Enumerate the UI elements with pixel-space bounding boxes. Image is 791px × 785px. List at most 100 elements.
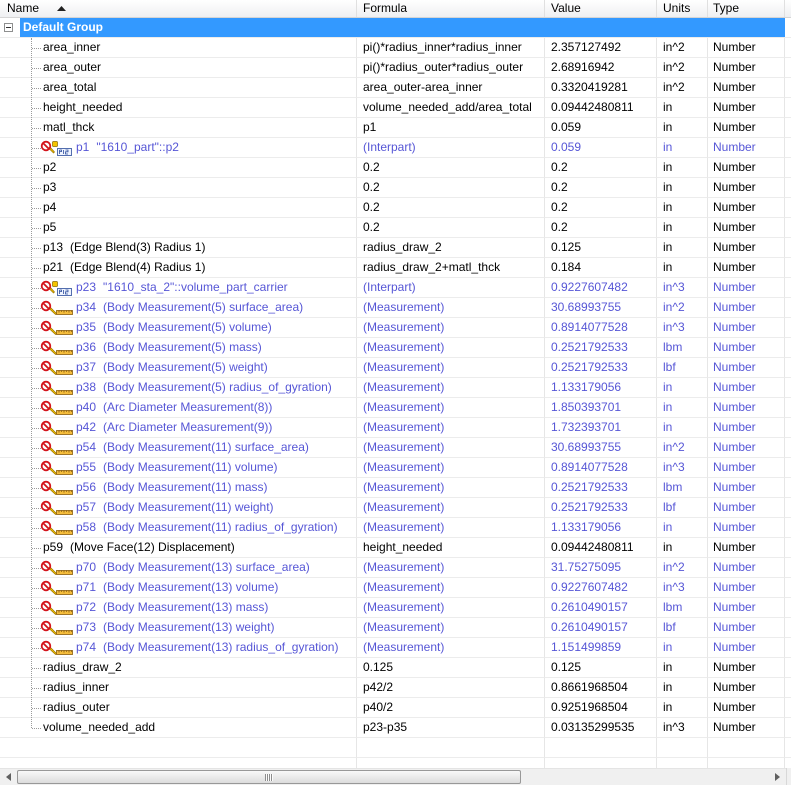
name-cell[interactable]: p58 (Body Measurement(11) radius_of_gyrat… xyxy=(0,518,357,538)
name-cell[interactable]: p38 (Body Measurement(5) radius_of_gyrati… xyxy=(0,378,357,398)
column-header-value[interactable]: Value xyxy=(545,0,657,17)
formula-cell[interactable]: 0.2 xyxy=(357,158,545,178)
formula-cell[interactable]: (Measurement) xyxy=(357,478,545,498)
name-cell[interactable]: p56 (Body Measurement(11) mass) xyxy=(0,478,357,498)
formula-cell[interactable]: (Measurement) xyxy=(357,498,545,518)
name-cell[interactable]: p40 (Arc Diameter Measurement(8)) xyxy=(0,398,357,418)
expression-row[interactable]: p34 (Body Measurement(5) surface_area) (Me… xyxy=(0,298,791,318)
formula-cell[interactable]: (Measurement) xyxy=(357,398,545,418)
name-cell[interactable]: matl_thck xyxy=(0,118,357,138)
name-cell[interactable]: p3 xyxy=(0,178,357,198)
expression-row[interactable]: p37 (Body Measurement(5) weight) (Measurem… xyxy=(0,358,791,378)
expression-row[interactable]: matl_thck p1 0.059 in Number xyxy=(0,118,791,138)
expression-row[interactable]: p73 (Body Measurement(13) weight) (Measure… xyxy=(0,618,791,638)
formula-cell[interactable]: (Measurement) xyxy=(357,558,545,578)
name-cell[interactable]: p54 (Body Measurement(11) surface_area) xyxy=(0,438,357,458)
formula-cell[interactable]: (Measurement) xyxy=(357,418,545,438)
name-cell[interactable]: p2 xyxy=(0,158,357,178)
expression-row[interactable]: p59 (Move Face(12) Displacement) height_ne… xyxy=(0,538,791,558)
formula-cell[interactable]: (Measurement) xyxy=(357,638,545,658)
formula-cell[interactable]: p42/2 xyxy=(357,678,545,698)
name-cell[interactable]: p57 (Body Measurement(11) weight) xyxy=(0,498,357,518)
name-cell[interactable]: p55 (Body Measurement(11) volume) xyxy=(0,458,357,478)
name-cell[interactable]: p71 (Body Measurement(13) volume) xyxy=(0,578,357,598)
expression-row[interactable]: volume_needed_add p23-p35 0.03135299535 in^… xyxy=(0,718,791,738)
expression-row[interactable]: p72 (Body Measurement(13) mass) (Measureme… xyxy=(0,598,791,618)
expression-row[interactable]: radius_outer p40/2 0.9251968504 in Number xyxy=(0,698,791,718)
column-header-formula[interactable]: Formula xyxy=(357,0,545,17)
name-cell[interactable]: height_needed xyxy=(0,98,357,118)
formula-cell[interactable]: (Measurement) xyxy=(357,578,545,598)
name-cell[interactable]: radius_draw_2 xyxy=(0,658,357,678)
formula-cell[interactable]: (Measurement) xyxy=(357,438,545,458)
scroll-track[interactable] xyxy=(17,769,769,785)
expression-row[interactable]: p21 (Edge Blend(4) Radius 1) radius_draw_2… xyxy=(0,258,791,278)
expression-row[interactable]: area_inner pi()*radius_inner*radius_inner… xyxy=(0,38,791,58)
formula-cell[interactable]: pi()*radius_outer*radius_outer xyxy=(357,58,545,78)
expression-row[interactable]: height_needed volume_needed_add/area_tota… xyxy=(0,98,791,118)
column-header-name[interactable]: Name xyxy=(0,0,357,17)
formula-cell[interactable]: (Measurement) xyxy=(357,318,545,338)
expression-row[interactable]: p70 (Body Measurement(13) surface_area) (M… xyxy=(0,558,791,578)
expression-row[interactable]: p2 0.2 0.2 in Number xyxy=(0,158,791,178)
formula-cell[interactable]: volume_needed_add/area_total xyxy=(357,98,545,118)
formula-cell[interactable]: (Interpart) xyxy=(357,278,545,298)
name-cell[interactable]: radius_outer xyxy=(0,698,357,718)
formula-cell[interactable]: (Measurement) xyxy=(357,518,545,538)
expression-row[interactable]: p58 (Body Measurement(11) radius_of_gyrat… xyxy=(0,518,791,538)
column-header-type[interactable]: Type xyxy=(708,0,785,17)
name-cell[interactable]: p73 (Body Measurement(13) weight) xyxy=(0,618,357,638)
expression-row[interactable]: p23 "1610_sta_2"::volume_part_carrier (Int… xyxy=(0,278,791,298)
expression-row[interactable]: p4 0.2 0.2 in Number xyxy=(0,198,791,218)
expression-row[interactable]: p55 (Body Measurement(11) volume) (Measure… xyxy=(0,458,791,478)
formula-cell[interactable]: p40/2 xyxy=(357,698,545,718)
scroll-thumb[interactable] xyxy=(17,770,521,784)
name-cell[interactable]: radius_inner xyxy=(0,678,357,698)
formula-cell[interactable]: p1 xyxy=(357,118,545,138)
formula-cell[interactable]: pi()*radius_inner*radius_inner xyxy=(357,38,545,58)
formula-cell[interactable]: radius_draw_2 xyxy=(357,238,545,258)
expression-row[interactable]: radius_draw_2 0.125 0.125 in Number xyxy=(0,658,791,678)
name-cell[interactable]: p37 (Body Measurement(5) weight) xyxy=(0,358,357,378)
name-cell[interactable]: p74 (Body Measurement(13) radius_of_gyrat… xyxy=(0,638,357,658)
name-cell[interactable]: p70 (Body Measurement(13) surface_area) xyxy=(0,558,357,578)
name-cell[interactable]: p72 (Body Measurement(13) mass) xyxy=(0,598,357,618)
name-cell[interactable]: p34 (Body Measurement(5) surface_area) xyxy=(0,298,357,318)
expression-row[interactable]: p38 (Body Measurement(5) radius_of_gyrati… xyxy=(0,378,791,398)
name-cell[interactable]: p1 "1610_part"::p2 xyxy=(0,138,357,158)
formula-cell[interactable]: (Measurement) xyxy=(357,338,545,358)
expression-row[interactable]: area_total area_outer-area_inner 0.3320419… xyxy=(0,78,791,98)
formula-cell[interactable]: (Measurement) xyxy=(357,378,545,398)
formula-cell[interactable]: 0.2 xyxy=(357,178,545,198)
formula-cell[interactable]: (Measurement) xyxy=(357,458,545,478)
formula-cell[interactable]: (Measurement) xyxy=(357,298,545,318)
name-cell[interactable]: p35 (Body Measurement(5) volume) xyxy=(0,318,357,338)
expression-row[interactable]: p35 (Body Measurement(5) volume) (Measurem… xyxy=(0,318,791,338)
formula-cell[interactable]: radius_draw_2+matl_thck xyxy=(357,258,545,278)
formula-cell[interactable]: (Measurement) xyxy=(357,598,545,618)
name-cell[interactable]: p23 "1610_sta_2"::volume_part_carrier xyxy=(0,278,357,298)
expression-row[interactable]: p42 (Arc Diameter Measurement(9)) (Measure… xyxy=(0,418,791,438)
formula-cell[interactable]: p23-p35 xyxy=(357,718,545,738)
formula-cell[interactable]: (Measurement) xyxy=(357,358,545,378)
expression-row[interactable]: p5 0.2 0.2 in Number xyxy=(0,218,791,238)
formula-cell[interactable]: 0.2 xyxy=(357,198,545,218)
formula-cell[interactable]: height_needed xyxy=(357,538,545,558)
name-cell[interactable]: p5 xyxy=(0,218,357,238)
expression-row[interactable]: p40 (Arc Diameter Measurement(8)) (Measure… xyxy=(0,398,791,418)
expression-row[interactable]: p36 (Body Measurement(5) mass) (Measuremen… xyxy=(0,338,791,358)
formula-cell[interactable]: 0.2 xyxy=(357,218,545,238)
expression-row[interactable]: p3 0.2 0.2 in Number xyxy=(0,178,791,198)
expression-row[interactable]: area_outer pi()*radius_outer*radius_outer… xyxy=(0,58,791,78)
scroll-left-button[interactable] xyxy=(0,769,17,785)
name-cell[interactable]: p4 xyxy=(0,198,357,218)
expression-row[interactable]: p1 "1610_part"::p2 (Interpart) 0.059 in Numbe… xyxy=(0,138,791,158)
horizontal-scrollbar[interactable] xyxy=(0,768,786,785)
name-cell[interactable]: area_inner xyxy=(0,38,357,58)
name-cell[interactable]: volume_needed_add xyxy=(0,718,357,738)
expression-row[interactable]: p56 (Body Measurement(11) mass) (Measureme… xyxy=(0,478,791,498)
expression-row[interactable]: p13 (Edge Blend(3) Radius 1) radius_draw_2… xyxy=(0,238,791,258)
expression-row[interactable]: p54 (Body Measurement(11) surface_area) (M… xyxy=(0,438,791,458)
expression-row[interactable]: p71 (Body Measurement(13) volume) (Measure… xyxy=(0,578,791,598)
scroll-right-button[interactable] xyxy=(769,769,786,785)
